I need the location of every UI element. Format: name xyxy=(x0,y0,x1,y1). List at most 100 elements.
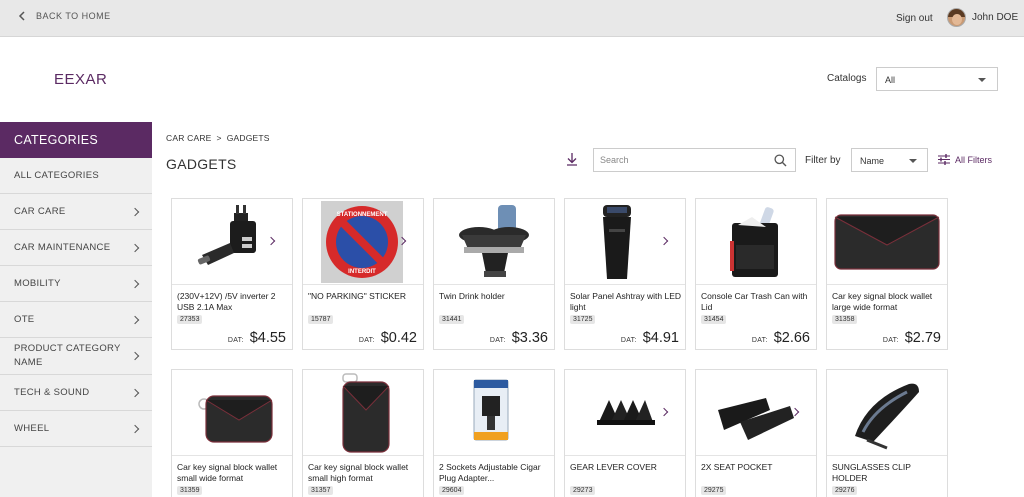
price-label: DAT: xyxy=(227,337,244,344)
breadcrumb-parent[interactable]: CAR CARE xyxy=(166,133,212,143)
product-price: $2.66 xyxy=(773,330,810,346)
product-name: Console Car Trash Can with Lid xyxy=(701,291,808,312)
seat-pocket-image xyxy=(696,370,816,456)
product-name: 2X SEAT POCKET xyxy=(701,462,773,472)
product-code: 29275 xyxy=(701,486,727,495)
price-row: DAT: $4.91 xyxy=(621,330,679,346)
search-icon[interactable] xyxy=(774,154,787,167)
key-wallet-large-image xyxy=(827,199,947,285)
product-code: 31359 xyxy=(177,486,203,495)
search-box xyxy=(593,148,796,172)
product-name: "NO PARKING" STICKER xyxy=(308,291,406,301)
page-title: GADGETS xyxy=(166,156,237,172)
sidebar-item-label: WHEEL xyxy=(14,423,50,434)
product-name: Solar Panel Ashtray with LED light xyxy=(570,291,682,312)
sign-out-link[interactable]: Sign out xyxy=(896,13,933,24)
catalogs-select-value: All xyxy=(885,75,896,85)
product-card[interactable]: GEAR LEVER COVER 29273 xyxy=(564,369,686,497)
sidebar-item-label: MOBILITY xyxy=(14,278,61,289)
sidebar-item-all-categories[interactable]: ALL CATEGORIES xyxy=(0,158,152,194)
sidebar-item-tech-sound[interactable]: TECH & SOUND xyxy=(0,375,152,411)
sticker-top-text: STATIONNEMENT xyxy=(337,212,388,218)
key-wallet-small-wide-image xyxy=(172,370,292,456)
sidebar-item-label: PRODUCT CATEGORY NAME xyxy=(14,343,121,368)
product-card[interactable]: 2X SEAT POCKET 29275 xyxy=(695,369,817,497)
chevron-right-icon xyxy=(130,351,140,361)
filter-by-select-value: Name xyxy=(860,156,885,166)
caret-down-icon xyxy=(978,78,986,82)
download-icon[interactable] xyxy=(566,152,578,166)
product-price: $3.36 xyxy=(511,330,548,346)
product-code: 31441 xyxy=(439,315,465,324)
breadcrumb-separator: > xyxy=(216,133,222,143)
product-card[interactable]: (230V+12V) /5V inverter 2 USB 2.1A Max 2… xyxy=(171,198,293,350)
product-card[interactable]: Console Car Trash Can with Lid 31454 DAT… xyxy=(695,198,817,350)
sticker-bottom-text: INTERDIT xyxy=(348,269,376,275)
price-row: DAT: $2.79 xyxy=(883,330,941,346)
product-code: 31357 xyxy=(308,486,334,495)
ashtray-image xyxy=(565,199,685,285)
sidebar-item-product-category-name[interactable]: PRODUCT CATEGORY NAME xyxy=(0,338,152,375)
key-wallet-small-high-image xyxy=(303,370,423,456)
usb-inverter-image xyxy=(172,199,292,285)
categories-title: CATEGORIES xyxy=(0,122,152,158)
price-label: DAT: xyxy=(751,337,768,344)
catalogs-select[interactable]: All xyxy=(876,67,998,91)
product-code: 15787 xyxy=(308,315,334,324)
sidebar-item-car-care[interactable]: CAR CARE xyxy=(0,194,152,230)
product-name: Car key signal block wallet small wide f… xyxy=(177,462,278,483)
product-code: 29273 xyxy=(570,486,596,495)
product-card[interactable]: STATIONNEMENT INTERDIT "NO PARKING" STIC… xyxy=(302,198,424,350)
chevron-right-icon xyxy=(130,243,140,252)
chevron-right-icon xyxy=(130,388,140,397)
sidebar-item-wheel[interactable]: WHEEL xyxy=(0,411,152,447)
top-bar: BACK TO HOME Sign out John DOE xyxy=(0,0,1024,37)
product-card[interactable]: Car key signal block wallet small wide f… xyxy=(171,369,293,497)
product-code: 31454 xyxy=(701,315,727,324)
chevron-right-icon xyxy=(130,207,140,216)
price-row: DAT: $2.66 xyxy=(752,330,810,346)
caret-down-icon xyxy=(909,159,917,163)
catalogs-label: Catalogs xyxy=(827,73,867,84)
sidebar-item-label: CAR MAINTENANCE xyxy=(14,242,111,253)
product-code: 29276 xyxy=(832,486,858,495)
gear-lever-cover-image xyxy=(565,370,685,456)
filter-by-label: Filter by xyxy=(805,155,841,166)
logo[interactable]: EEXAR xyxy=(54,71,107,88)
product-price: $2.79 xyxy=(904,330,941,346)
sidebar-item-ote[interactable]: OTE xyxy=(0,302,152,338)
product-card[interactable]: Solar Panel Ashtray with LED light 31725… xyxy=(564,198,686,350)
chevron-right-icon xyxy=(130,279,140,288)
price-label: DAT: xyxy=(358,337,375,344)
back-to-home-label: BACK TO HOME xyxy=(36,11,111,21)
sidebar-item-car-maintenance[interactable]: CAR MAINTENANCE xyxy=(0,230,152,266)
chevron-left-icon xyxy=(18,11,25,21)
product-card[interactable]: Twin Drink holder 31441 DAT: $3.36 xyxy=(433,198,555,350)
sidebar-item-label: CAR CARE xyxy=(14,206,66,217)
all-filters-label: All Filters xyxy=(955,154,993,165)
product-price: $0.42 xyxy=(380,330,417,346)
search-input[interactable] xyxy=(594,149,764,171)
filter-by-select[interactable]: Name xyxy=(851,148,928,172)
product-name: Car key signal block wallet small high f… xyxy=(308,462,409,483)
product-code: 31358 xyxy=(832,315,858,324)
categories-sidebar: CATEGORIES ALL CATEGORIES CAR CARE CAR M… xyxy=(0,122,152,497)
price-label: DAT: xyxy=(489,337,506,344)
product-card[interactable]: SUNGLASSES CLIP HOLDER 29276 xyxy=(826,369,948,497)
product-card[interactable]: Car key signal block wallet small high f… xyxy=(302,369,424,497)
product-code: 27353 xyxy=(177,315,203,324)
product-card[interactable]: Car key signal block wallet large wide f… xyxy=(826,198,948,350)
back-to-home-link[interactable]: BACK TO HOME xyxy=(18,11,111,21)
user-menu[interactable]: John DOE xyxy=(947,8,1018,27)
product-code: 29604 xyxy=(439,486,465,495)
sidebar-item-mobility[interactable]: MOBILITY xyxy=(0,266,152,302)
trash-can-image xyxy=(696,199,816,285)
price-label: DAT: xyxy=(882,337,899,344)
all-filters-button[interactable]: All Filters xyxy=(938,154,992,165)
sunglasses-clip-image xyxy=(827,370,947,456)
drink-holder-image xyxy=(434,199,554,285)
chevron-right-icon xyxy=(130,424,140,433)
no-parking-sticker-image: STATIONNEMENT INTERDIT xyxy=(303,199,423,285)
product-card[interactable]: 2 Sockets Adjustable Cigar Plug Adapter.… xyxy=(433,369,555,497)
cigar-plug-adapter-image xyxy=(434,370,554,456)
